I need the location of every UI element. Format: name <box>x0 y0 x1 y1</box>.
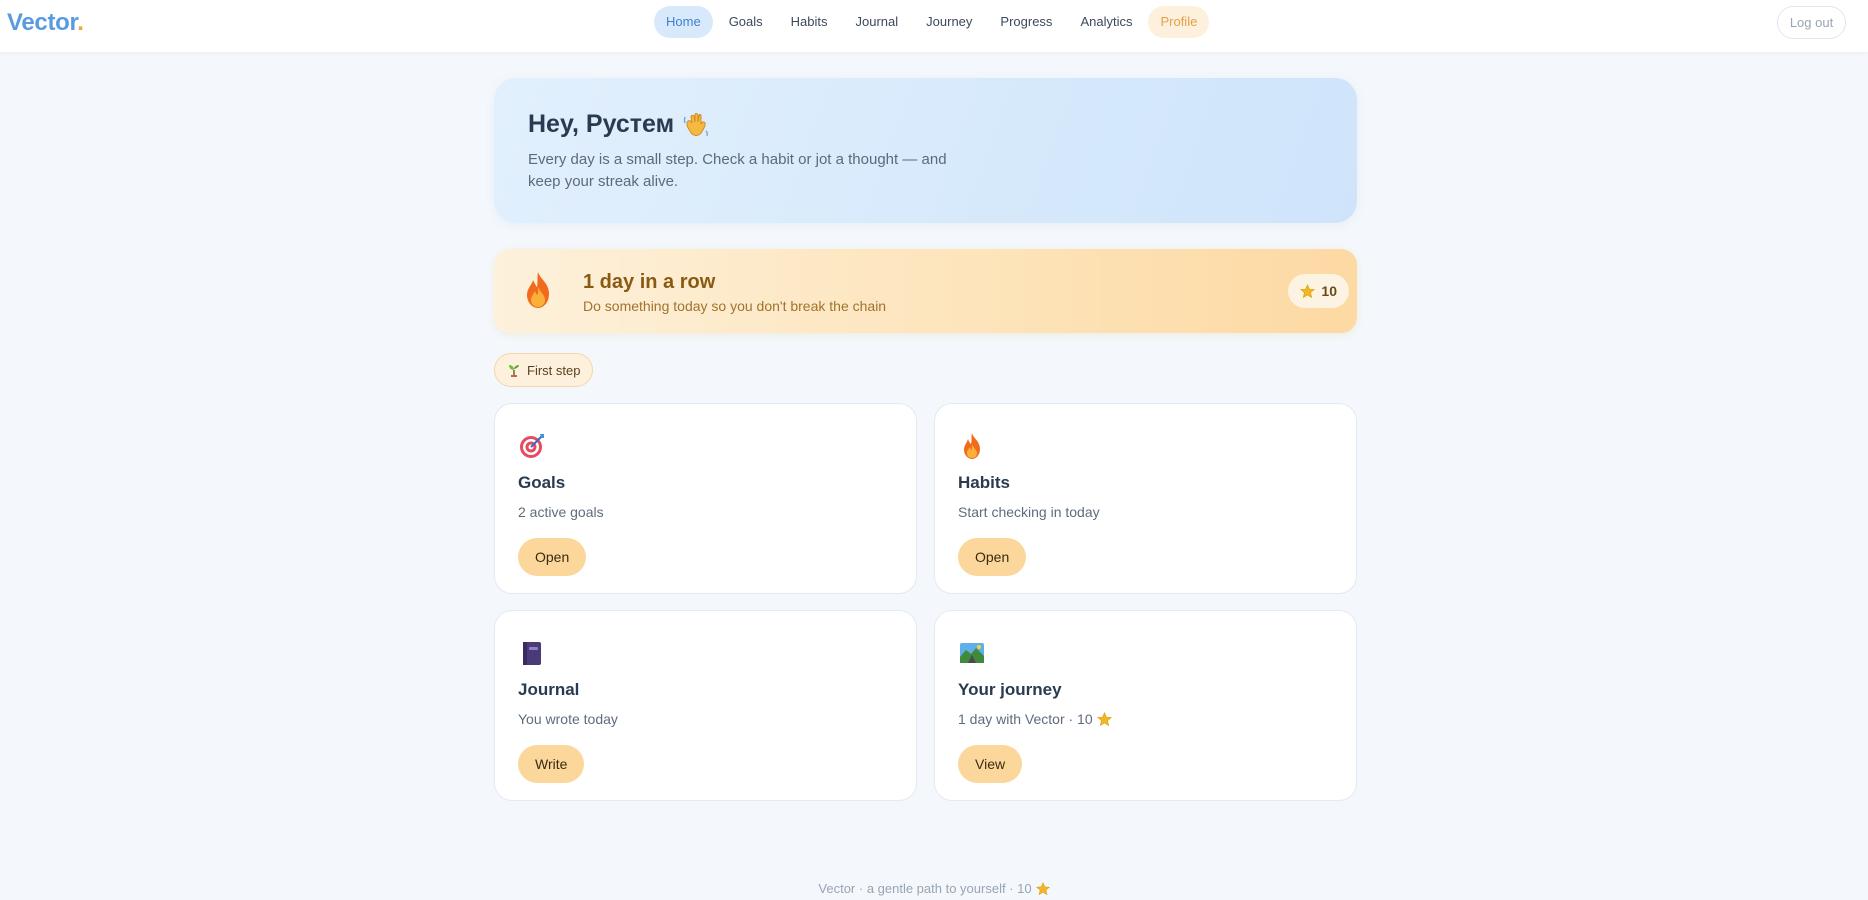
greeting-title: Hey, Рустем <box>528 110 675 138</box>
section-cards: Goals 2 active goals Open Habits Start c… <box>494 403 1357 801</box>
brand-dot: . <box>77 9 84 36</box>
greeting-title-row: Hey, Рустем <box>528 110 1323 139</box>
card-text: Start checking in today <box>958 504 1100 520</box>
star-icon <box>1300 283 1316 298</box>
notebook-icon <box>523 642 541 665</box>
card-title: Goals <box>518 473 566 492</box>
card-text: 2 active goals <box>518 504 604 520</box>
points-value: 10 <box>1321 283 1337 299</box>
nav-item-progress[interactable]: Progress <box>988 6 1064 38</box>
star-icon <box>1035 881 1050 895</box>
brand-name: Vector <box>7 9 78 36</box>
write-journal-button[interactable]: Write <box>518 745 585 783</box>
nav-item-analytics[interactable]: Analytics <box>1068 6 1144 38</box>
streak-title: 1 day in a row <box>583 271 716 293</box>
brand-logo[interactable]: Vector. <box>7 9 84 37</box>
card-text: 1 day with Vector · 10 <box>958 711 1093 727</box>
achievement-label: First step <box>527 362 581 378</box>
nav-item-home[interactable]: Home <box>654 6 713 38</box>
streak-banner: 1 day in a row Do something today so you… <box>494 249 1357 333</box>
achievement-chip[interactable]: First step <box>494 353 594 387</box>
waving-hand-icon <box>683 112 709 136</box>
main-nav: Home Goals Habits Journal Journey Progre… <box>654 6 1210 38</box>
nav-item-habits[interactable]: Habits <box>779 6 840 38</box>
landscape-icon <box>960 643 984 663</box>
fire-icon <box>964 433 980 459</box>
view-journey-button[interactable]: View <box>958 745 1023 783</box>
main-content: Hey, Рустем Every day is a small step. C… <box>494 78 1357 801</box>
star-icon <box>1096 711 1112 726</box>
habits-card: Habits Start checking in today Open <box>934 403 1357 594</box>
journal-card: Journal You wrote today Write <box>494 610 917 801</box>
card-text-row: 1 day with Vector · 10 <box>958 710 1333 728</box>
card-title: Your journey <box>958 680 1062 699</box>
card-title: Journal <box>518 680 580 699</box>
open-habits-button[interactable]: Open <box>958 538 1027 576</box>
seedling-icon <box>509 365 519 377</box>
greeting-card: Hey, Рустем Every day is a small step. C… <box>494 78 1357 223</box>
open-goals-button[interactable]: Open <box>518 538 587 576</box>
streak-subtitle: Do something today so you don't break th… <box>583 298 887 314</box>
target-icon <box>520 434 544 458</box>
logout-button[interactable]: Log out <box>1777 6 1846 39</box>
fire-icon <box>527 272 549 308</box>
points-badge: 10 <box>1288 274 1349 308</box>
nav-item-journey[interactable]: Journey <box>914 6 984 38</box>
nav-item-goals[interactable]: Goals <box>717 6 775 38</box>
nav-item-profile[interactable]: Profile <box>1148 6 1210 38</box>
nav-item-journal[interactable]: Journal <box>844 6 911 38</box>
top-nav-bar: Vector. Home Goals Habits Journal Journe… <box>0 0 1868 52</box>
card-title: Habits <box>958 473 1010 492</box>
journey-card: Your journey 1 day with Vector · 10 View <box>934 610 1357 801</box>
goals-card: Goals 2 active goals Open <box>494 403 917 594</box>
card-text: You wrote today <box>518 711 618 727</box>
greeting-text: Every day is a small step. Check a habit… <box>528 151 947 190</box>
footer: Vector · a gentle path to yourself · 10 <box>0 881 1868 896</box>
footer-text: Vector · a gentle path to yourself · 10 <box>818 881 1032 896</box>
